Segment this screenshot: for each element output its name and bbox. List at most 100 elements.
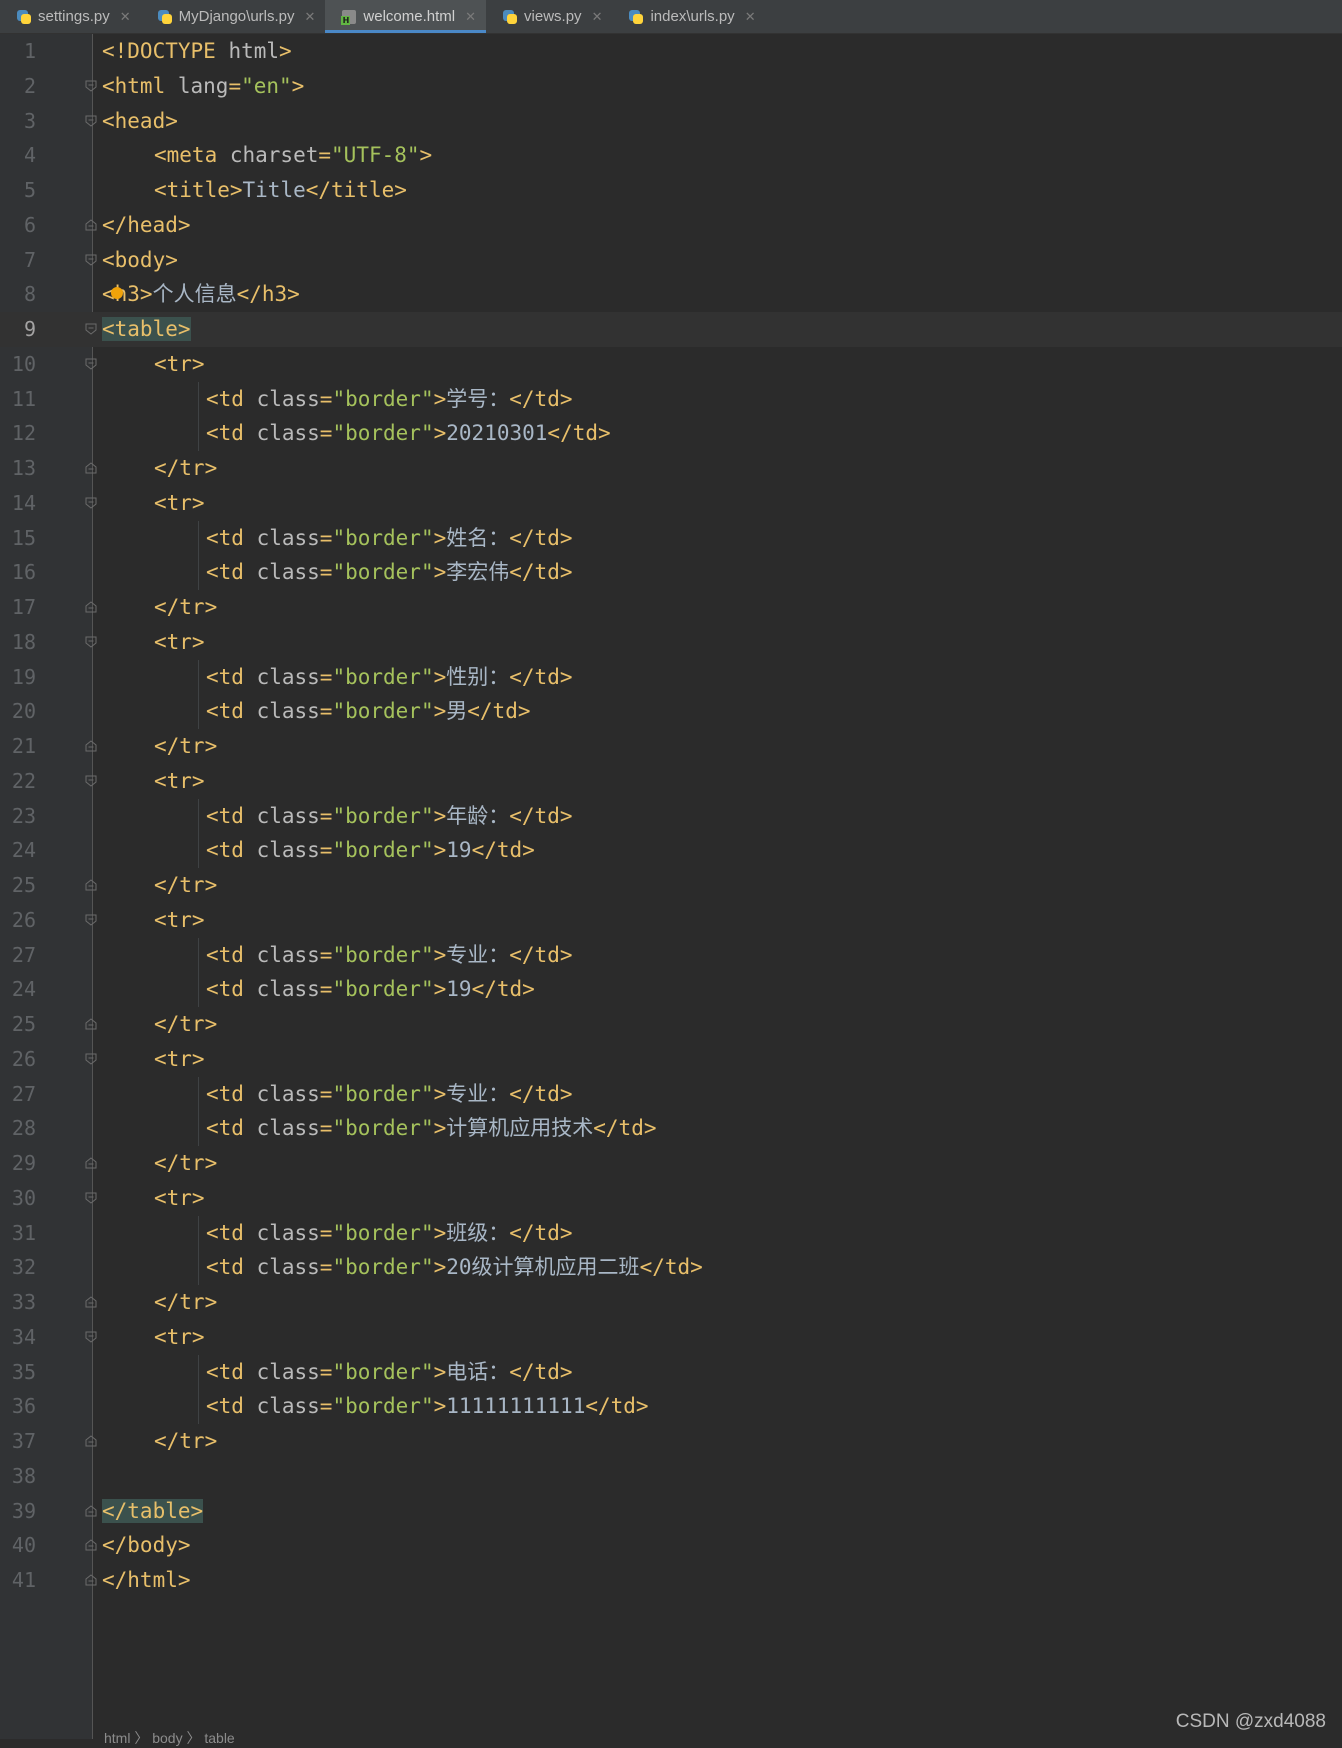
code-line[interactable]: 26 <tr> <box>0 903 1342 938</box>
code-text: <td class="border">19</td> <box>206 972 535 1007</box>
token-tag: > <box>433 421 447 446</box>
code-line[interactable]: 12 <td class="border">20210301</td> <box>0 416 1342 451</box>
code-line[interactable]: 9 <table> <box>0 312 1342 347</box>
tab-mydjango-urls-py[interactable]: MyDjango\urls.py ✕ <box>141 0 326 33</box>
code-line[interactable]: 31 <td class="border">班级：</td> <box>0 1215 1342 1251</box>
fold-end-icon[interactable] <box>85 1574 97 1586</box>
close-icon[interactable]: ✕ <box>120 9 131 25</box>
code-text: <tr> <box>154 625 205 660</box>
token-attr: class <box>256 1359 320 1384</box>
code-line[interactable]: 27 <td class="border">专业：</td> <box>0 937 1342 973</box>
code-line[interactable]: 26 <tr> <box>0 1042 1342 1077</box>
code-line[interactable]: 20 <td class="border">男</td> <box>0 694 1342 729</box>
token-attr: class <box>256 560 320 585</box>
fold-collapse-icon[interactable] <box>85 254 97 266</box>
fold-end-icon[interactable] <box>85 462 97 474</box>
code-line[interactable]: 15 <td class="border">姓名：</td> <box>0 520 1342 556</box>
code-line[interactable]: 39 </table> <box>0 1494 1342 1529</box>
fold-collapse-icon[interactable] <box>85 497 97 509</box>
token-tag: </td> <box>509 803 573 828</box>
token-tag: <body> <box>102 247 178 272</box>
code-text: <tr> <box>154 1320 205 1355</box>
fold-collapse-icon[interactable] <box>85 1331 97 1343</box>
fold-collapse-icon[interactable] <box>85 115 97 127</box>
tab-welcome-html[interactable]: welcome.html ✕ <box>325 0 487 33</box>
code-line[interactable]: 24 <td class="border">19</td> <box>0 972 1342 1007</box>
fold-collapse-icon[interactable] <box>85 636 97 648</box>
code-line[interactable]: 27 <td class="border">专业：</td> <box>0 1076 1342 1112</box>
fold-end-icon[interactable] <box>85 740 97 752</box>
code-line[interactable]: 2 <html lang="en"> <box>0 69 1342 104</box>
fold-end-icon[interactable] <box>85 1504 97 1517</box>
code-line[interactable]: 18 <tr> <box>0 625 1342 660</box>
code-line[interactable]: 23 <td class="border">年龄：</td> <box>0 798 1342 834</box>
fold-collapse-icon[interactable] <box>85 1053 97 1065</box>
code-line[interactable]: 36 <td class="border">11111111111</td> <box>0 1389 1342 1424</box>
code-line[interactable]: 17 </tr> <box>0 590 1342 625</box>
code-line[interactable]: 10 <tr> <box>0 347 1342 382</box>
fold-end-icon[interactable] <box>85 1018 97 1030</box>
python-file-icon <box>502 9 518 25</box>
fold-collapse-icon[interactable] <box>85 358 97 370</box>
code-line[interactable]: 14 <tr> <box>0 486 1342 521</box>
code-line[interactable]: 13 </tr> <box>0 451 1342 486</box>
token-tag: = <box>319 386 333 411</box>
fold-end-icon[interactable] <box>85 219 97 231</box>
fold-end-icon[interactable] <box>85 1296 97 1308</box>
fold-collapse-icon[interactable] <box>85 323 97 335</box>
code-line[interactable]: 33 </tr> <box>0 1285 1342 1320</box>
token-str: "UTF-8" <box>331 143 420 168</box>
token-txt: 专业： <box>446 1081 510 1106</box>
code-line[interactable]: 5 <title>Title</title> <box>0 173 1342 208</box>
tab-views-py[interactable]: views.py ✕ <box>486 0 612 33</box>
fold-end-icon[interactable] <box>85 1539 97 1551</box>
tab-index-urls-py[interactable]: index\urls.py ✕ <box>612 0 765 33</box>
token-tag: = <box>319 1220 333 1245</box>
line-number: 2 <box>23 73 36 98</box>
code-line[interactable]: 25 </tr> <box>0 1007 1342 1042</box>
code-text: <!DOCTYPE html> <box>102 34 292 69</box>
token-tag: <tr> <box>154 629 205 654</box>
code-line[interactable]: 11 <td class="border">学号：</td> <box>0 381 1342 417</box>
fold-end-icon[interactable] <box>85 601 97 613</box>
code-line[interactable]: 1 <!DOCTYPE html> <box>0 34 1342 69</box>
code-line[interactable]: 32 <td class="border">20级计算机应用二班</td> <box>0 1250 1342 1285</box>
breadcrumb[interactable]: html 〉 body 〉 table <box>104 1728 235 1748</box>
code-line[interactable]: 16 <td class="border">李宏伟</td> <box>0 555 1342 590</box>
code-line[interactable]: 40 </body> <box>0 1528 1342 1563</box>
close-icon[interactable]: ✕ <box>465 9 476 25</box>
fold-end-icon[interactable] <box>85 1435 97 1447</box>
close-icon[interactable]: ✕ <box>592 9 603 25</box>
code-line[interactable]: 30 <tr> <box>0 1181 1342 1216</box>
fold-collapse-icon[interactable] <box>85 1192 97 1204</box>
fold-collapse-icon[interactable] <box>85 914 97 926</box>
code-line[interactable]: 8 <h3>个人信息</h3> <box>0 277 1342 312</box>
code-line[interactable]: 34 <tr> <box>0 1320 1342 1355</box>
code-text: <h3>个人信息</h3> <box>102 277 300 312</box>
token-tag: <h3> <box>102 282 153 307</box>
token-tag: <tr> <box>154 768 205 793</box>
fold-end-icon[interactable] <box>85 1157 97 1169</box>
code-line[interactable]: 19 <td class="border">性别：</td> <box>0 659 1342 695</box>
code-line[interactable]: 38 <box>0 1459 1342 1494</box>
code-line[interactable]: 3 <head> <box>0 104 1342 139</box>
tab-settings-py[interactable]: settings.py ✕ <box>0 0 141 33</box>
code-line[interactable]: 37 </tr> <box>0 1424 1342 1459</box>
fold-end-icon[interactable] <box>85 879 97 891</box>
code-editor[interactable]: 1 <!DOCTYPE html> 2 <html lang="en"> 3 <head>… <box>0 34 1342 1598</box>
close-icon[interactable]: ✕ <box>305 9 316 25</box>
code-line[interactable]: 29 </tr> <box>0 1146 1342 1181</box>
code-line[interactable]: 28 <td class="border">计算机应用技术</td> <box>0 1111 1342 1146</box>
code-line[interactable]: 35 <td class="border">电话：</td> <box>0 1354 1342 1390</box>
fold-collapse-icon[interactable] <box>85 775 97 787</box>
code-line[interactable]: 24 <td class="border">19</td> <box>0 833 1342 868</box>
code-line[interactable]: 6 </head> <box>0 208 1342 243</box>
code-line[interactable]: 22 <tr> <box>0 764 1342 799</box>
code-line[interactable]: 7 <body> <box>0 243 1342 278</box>
close-icon[interactable]: ✕ <box>745 9 756 25</box>
code-line[interactable]: 4 <meta charset="UTF-8"> <box>0 138 1342 173</box>
code-line[interactable]: 21 </tr> <box>0 729 1342 764</box>
fold-collapse-icon[interactable] <box>85 80 97 92</box>
code-line[interactable]: 25 </tr> <box>0 868 1342 903</box>
code-line[interactable]: 41 </html> <box>0 1563 1342 1598</box>
